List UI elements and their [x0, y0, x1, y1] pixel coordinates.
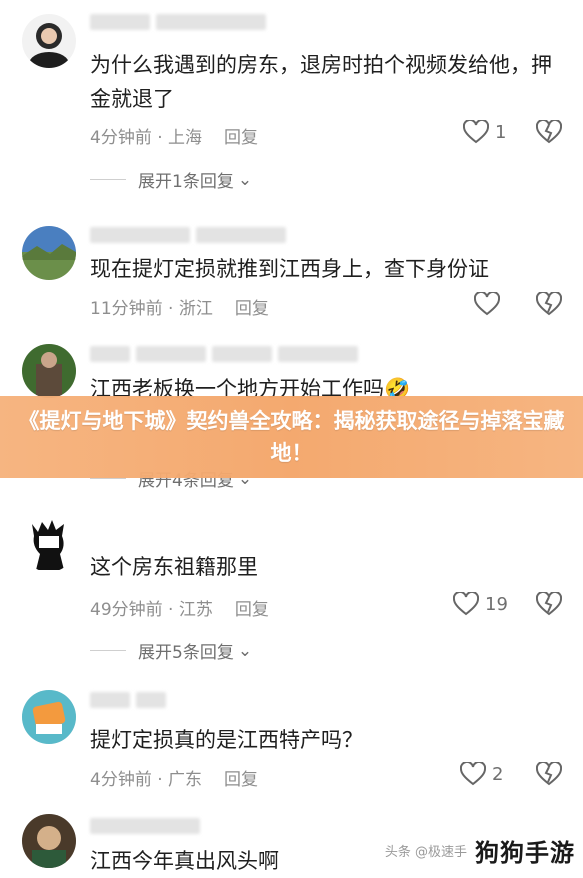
watermark-source: 头条 @极速手: [384, 845, 467, 860]
dislike-button[interactable]: [535, 760, 563, 790]
like-button[interactable]: 19: [453, 592, 508, 616]
broken-heart-icon: [535, 118, 563, 144]
chevron-down-icon: ⌄: [237, 640, 253, 661]
divider: [90, 650, 126, 651]
comment-text: 现在提灯定损就推到江西身上，查下身份证: [90, 257, 489, 281]
reply-button[interactable]: 回复: [235, 595, 269, 620]
avatar[interactable]: [22, 814, 76, 868]
heart-icon: [463, 120, 489, 144]
like-button[interactable]: 1: [463, 120, 506, 144]
comment-time-location: 11分钟前 · 浙江: [90, 299, 213, 319]
expand-replies[interactable]: 展开5条回复 ⌄: [90, 638, 252, 663]
like-button[interactable]: 2: [460, 762, 503, 786]
like-count: 19: [485, 593, 508, 615]
username[interactable]: [90, 227, 286, 243]
comment-text: 为什么我遇到的房东，退房时拍个视频发给他，押金就退了: [90, 53, 552, 111]
reply-button[interactable]: 回复: [224, 123, 258, 148]
comment-time-location: 49分钟前 · 江苏: [90, 600, 213, 620]
chevron-down-icon: ⌄: [237, 169, 253, 190]
reply-button[interactable]: 回复: [235, 294, 269, 319]
broken-heart-icon: [535, 760, 563, 786]
broken-heart-icon: [535, 290, 563, 316]
comment-meta: 4分钟前 · 广东 回复: [90, 765, 258, 790]
expand-label: 展开1条回复: [138, 172, 234, 192]
expand-label: 展开5条回复: [138, 643, 234, 663]
username[interactable]: [90, 818, 200, 834]
like-button[interactable]: [474, 292, 500, 316]
comment-text: 提灯定损真的是江西特产吗？: [90, 728, 363, 752]
heart-icon: [460, 762, 486, 786]
avatar[interactable]: [22, 14, 76, 68]
reply-button[interactable]: 回复: [224, 765, 258, 790]
heart-icon: [453, 592, 479, 616]
like-count: 1: [495, 121, 507, 143]
article-title-banner[interactable]: 《提灯与地下城》契约兽全攻略：揭秘获取途径与掉落宝藏地！: [0, 396, 583, 478]
username[interactable]: [90, 346, 358, 362]
broken-heart-icon: [535, 590, 563, 616]
divider: [90, 179, 126, 180]
dislike-button[interactable]: [535, 290, 563, 320]
comment-time-location: 4分钟前 · 上海: [90, 128, 203, 148]
avatar[interactable]: [22, 344, 76, 398]
username[interactable]: [90, 692, 166, 708]
expand-replies[interactable]: 展开1条回复 ⌄: [90, 167, 252, 192]
dislike-button[interactable]: [535, 590, 563, 620]
divider: [90, 478, 126, 479]
dislike-button[interactable]: [535, 118, 563, 148]
article-title: 《提灯与地下城》契约兽全攻略：揭秘获取途径与掉落宝藏地！: [18, 409, 565, 465]
comment-meta: 49分钟前 · 江苏 回复: [90, 595, 269, 620]
comment-text: 这个房东祖籍那里: [90, 555, 258, 579]
comment-time-location: 4分钟前 · 广东: [90, 770, 203, 790]
avatar[interactable]: [22, 518, 76, 572]
heart-icon: [474, 292, 500, 316]
watermark: 头条 @极速手 狗狗手游: [385, 833, 575, 868]
avatar[interactable]: [22, 690, 76, 744]
comment-meta: 11分钟前 · 浙江 回复: [90, 294, 269, 319]
watermark-brand: 狗狗手游: [475, 839, 575, 867]
avatar[interactable]: [22, 226, 76, 280]
comment-meta: 4分钟前 · 上海 回复: [90, 123, 258, 148]
like-count: 2: [492, 763, 504, 785]
username[interactable]: [90, 14, 266, 30]
